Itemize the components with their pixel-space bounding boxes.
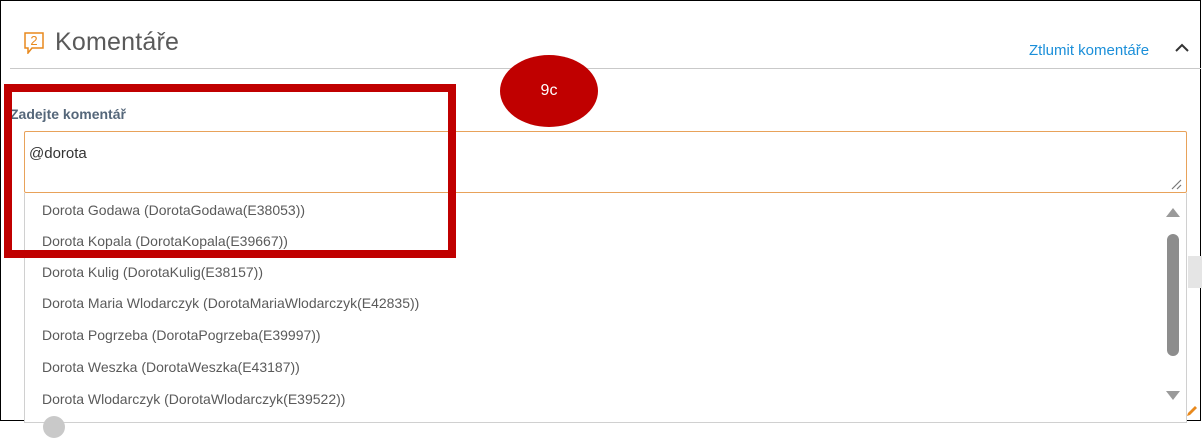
divider bbox=[10, 68, 1201, 69]
suggestion-item[interactable]: Dorota Wlodarczyk (DorotaWlodarczyk(E395… bbox=[42, 391, 345, 407]
mute-comments-link[interactable]: Ztlumit komentáře bbox=[1029, 42, 1149, 59]
suggestion-item[interactable]: Dorota Kulig (DorotaKulig(E38157)) bbox=[42, 264, 263, 280]
page-title: Komentáře bbox=[55, 28, 180, 56]
comment-count-icon: 2 bbox=[24, 32, 44, 56]
resize-grip-icon[interactable] bbox=[1170, 177, 1182, 190]
comment-count: 2 bbox=[30, 33, 38, 48]
scroll-up-icon[interactable] bbox=[1164, 205, 1182, 219]
avatar bbox=[43, 416, 65, 438]
suggestion-item[interactable]: Dorota Maria Wlodarczyk (DorotaMariaWlod… bbox=[42, 295, 419, 311]
comments-header: 2 Komentáře Ztlumit komentáře bbox=[0, 0, 1203, 70]
annotation-step-badge: 9c bbox=[500, 55, 598, 127]
scroll-down-icon[interactable] bbox=[1164, 389, 1182, 403]
scrollbar-thumb[interactable] bbox=[1167, 234, 1179, 356]
chevron-up-icon[interactable] bbox=[1174, 40, 1190, 56]
side-tab bbox=[1188, 256, 1202, 288]
annotation-highlight-box bbox=[4, 84, 456, 258]
suggestion-item[interactable]: Dorota Pogrzeba (DorotaPogrzeba(E39997)) bbox=[42, 327, 321, 343]
suggestion-item[interactable]: Dorota Weszka (DorotaWeszka(E43187)) bbox=[42, 359, 300, 375]
pencil-icon[interactable] bbox=[1185, 404, 1199, 418]
